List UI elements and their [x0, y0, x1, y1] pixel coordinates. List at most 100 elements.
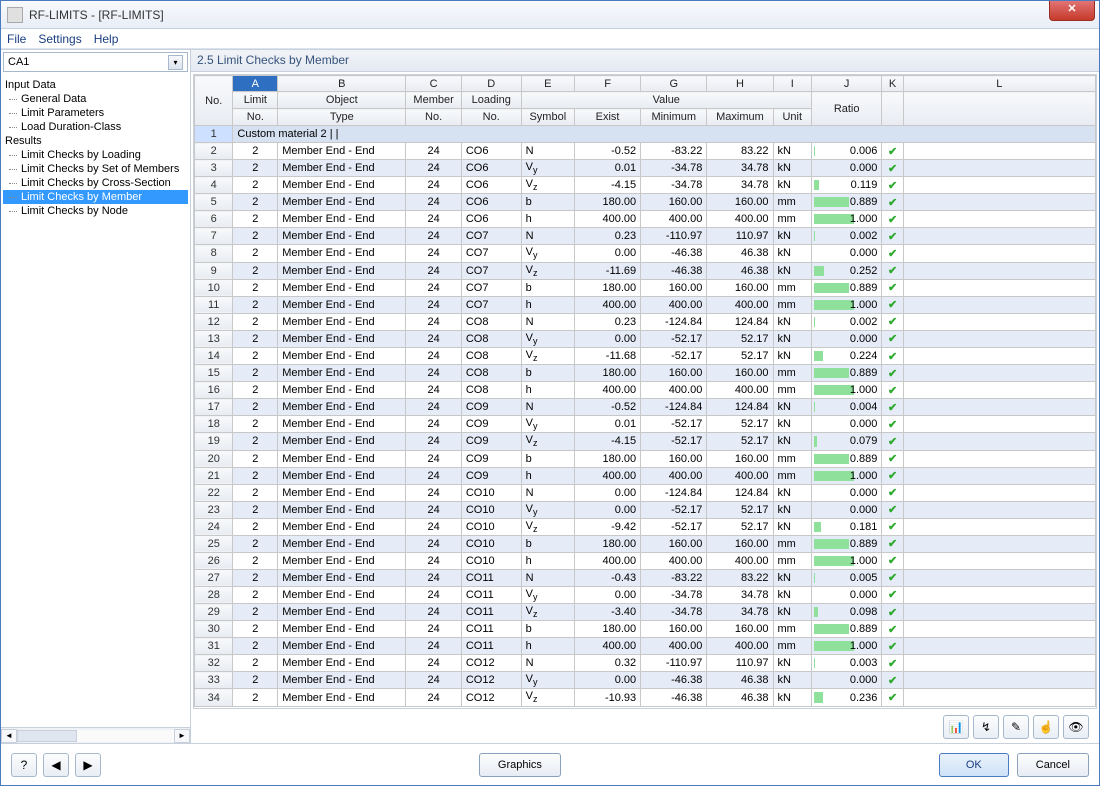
cell[interactable]: kN [773, 262, 811, 279]
cell[interactable]: 110.97 [707, 228, 773, 245]
col-header[interactable]: Loading [461, 92, 521, 109]
cell[interactable]: -34.78 [641, 160, 707, 177]
col-letter[interactable]: D [461, 76, 521, 92]
ratio-cell[interactable]: 0.000 [811, 501, 881, 518]
cell[interactable]: 24 [406, 382, 462, 399]
cell[interactable]: 2 [233, 347, 278, 364]
cell[interactable]: Member End - End [278, 535, 406, 552]
tree-item[interactable]: General Data [3, 92, 188, 106]
cell[interactable]: 2 [233, 296, 278, 313]
cell[interactable]: 400.00 [641, 467, 707, 484]
col-header[interactable]: No. [461, 109, 521, 126]
cell[interactable]: CO10 [461, 552, 521, 569]
cell[interactable]: 0.00 [575, 501, 641, 518]
table-row[interactable]: 52Member End - End24CO6b180.00160.00160.… [195, 194, 1096, 211]
cell[interactable]: CO8 [461, 365, 521, 382]
cell[interactable]: Member End - End [278, 347, 406, 364]
cell[interactable]: 24 [406, 484, 462, 501]
cell[interactable]: Vy [521, 160, 574, 177]
cell[interactable]: mm [773, 467, 811, 484]
cell[interactable]: kN [773, 330, 811, 347]
table-row[interactable]: 322Member End - End24CO12N0.32-110.97110… [195, 655, 1096, 672]
cell[interactable]: Member End - End [278, 313, 406, 330]
cell[interactable]: Vz [521, 177, 574, 194]
cell[interactable]: 0.01 [575, 416, 641, 433]
cell[interactable]: mm [773, 382, 811, 399]
cell[interactable]: CO11 [461, 586, 521, 603]
cell[interactable]: -11.69 [575, 262, 641, 279]
cell[interactable]: CO8 [461, 382, 521, 399]
cell[interactable]: mm [773, 552, 811, 569]
cell[interactable]: Member End - End [278, 621, 406, 638]
cell[interactable]: 160.00 [641, 535, 707, 552]
cell[interactable]: 24 [406, 501, 462, 518]
cell[interactable]: kN [773, 228, 811, 245]
cell[interactable]: CO10 [461, 535, 521, 552]
cell[interactable]: 180.00 [575, 535, 641, 552]
cell[interactable]: -46.38 [641, 245, 707, 262]
cell[interactable]: -10.93 [575, 689, 641, 706]
cell[interactable]: 2 [233, 160, 278, 177]
col-letter[interactable]: G [641, 76, 707, 92]
col-letter[interactable]: I [773, 76, 811, 92]
cell[interactable]: 0.00 [575, 586, 641, 603]
section-row[interactable]: Custom material 2 | | [233, 126, 1096, 143]
cell[interactable]: 24 [406, 313, 462, 330]
cell[interactable]: 21 [195, 467, 233, 484]
cell[interactable]: 24 [406, 689, 462, 706]
col-header[interactable]: Minimum [641, 109, 707, 126]
col-letter[interactable]: B [278, 76, 406, 92]
cell[interactable] [903, 484, 1095, 501]
cell[interactable]: Member End - End [278, 228, 406, 245]
cell[interactable]: 32 [195, 655, 233, 672]
cell[interactable]: kN [773, 313, 811, 330]
table-row[interactable]: 112Member End - End24CO7h400.00400.00400… [195, 296, 1096, 313]
cell[interactable]: 400.00 [575, 467, 641, 484]
cell[interactable]: 124.84 [707, 484, 773, 501]
cell[interactable]: 2 [233, 245, 278, 262]
cell[interactable]: 2 [233, 655, 278, 672]
ratio-cell[interactable]: 0.889 [811, 450, 881, 467]
cell[interactable]: CO9 [461, 467, 521, 484]
cell[interactable]: Member End - End [278, 160, 406, 177]
cell[interactable] [903, 296, 1095, 313]
cell[interactable]: 46.38 [707, 689, 773, 706]
cell[interactable] [903, 382, 1095, 399]
cell[interactable]: 27 [195, 569, 233, 586]
cell[interactable]: 0.00 [575, 672, 641, 689]
table-row[interactable]: 292Member End - End24CO11Vz-3.40-34.7834… [195, 604, 1096, 621]
cell[interactable]: -52.17 [641, 433, 707, 450]
cell[interactable]: 17 [195, 399, 233, 416]
cell[interactable]: -46.38 [641, 672, 707, 689]
cell[interactable]: 20 [195, 450, 233, 467]
cell[interactable]: -52.17 [641, 416, 707, 433]
tree-item[interactable]: Limit Checks by Member [3, 190, 188, 204]
cell[interactable]: 0.23 [575, 228, 641, 245]
cell[interactable]: Vy [521, 416, 574, 433]
cell[interactable]: 24 [406, 296, 462, 313]
table-row[interactable]: 262Member End - End24CO10h400.00400.0040… [195, 552, 1096, 569]
cell[interactable] [903, 399, 1095, 416]
ratio-cell[interactable]: 0.005 [811, 569, 881, 586]
tree-item[interactable]: Limit Parameters [3, 106, 188, 120]
cell[interactable]: kN [773, 672, 811, 689]
cell[interactable]: 34 [195, 689, 233, 706]
ratio-cell[interactable]: 0.003 [811, 655, 881, 672]
cell[interactable]: kN [773, 501, 811, 518]
cell[interactable]: 180.00 [575, 621, 641, 638]
cell[interactable] [903, 621, 1095, 638]
cell[interactable]: Member End - End [278, 382, 406, 399]
table-row[interactable]: 32Member End - End24CO6Vy0.01-34.7834.78… [195, 160, 1096, 177]
cell[interactable]: 52.17 [707, 518, 773, 535]
cell[interactable]: Vz [521, 347, 574, 364]
cell[interactable]: Member End - End [278, 638, 406, 655]
table-row[interactable]: 202Member End - End24CO9b180.00160.00160… [195, 450, 1096, 467]
ratio-cell[interactable]: 1.000 [811, 296, 881, 313]
cell[interactable]: CO9 [461, 450, 521, 467]
cell[interactable]: 160.00 [707, 194, 773, 211]
ratio-cell[interactable]: 0.006 [811, 143, 881, 160]
cell[interactable]: -52.17 [641, 347, 707, 364]
cell[interactable] [903, 433, 1095, 450]
cell[interactable] [903, 467, 1095, 484]
table-row[interactable]: 42Member End - End24CO6Vz-4.15-34.7834.7… [195, 177, 1096, 194]
